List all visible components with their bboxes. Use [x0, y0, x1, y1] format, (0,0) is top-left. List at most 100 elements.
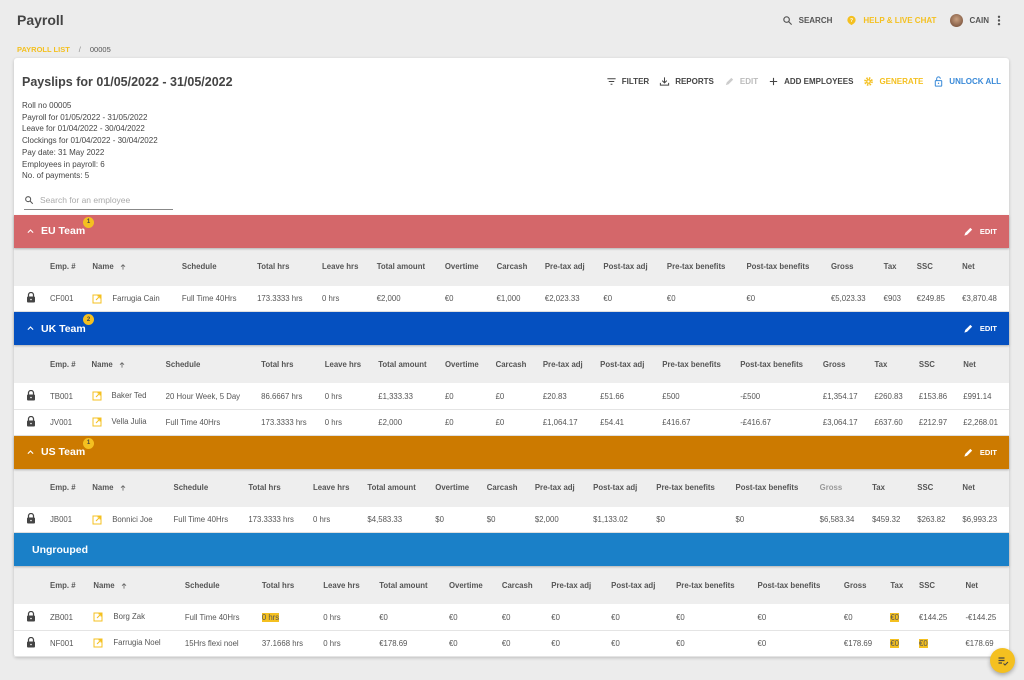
table-cell: ZB001 [44, 604, 88, 631]
cell-value: $0 [656, 515, 665, 525]
cell-value: €0 [757, 612, 767, 622]
unlock-all-button[interactable]: UNLOCK ALL [933, 76, 1001, 87]
column-header[interactable]: Name [85, 345, 160, 384]
search-input[interactable] [40, 195, 160, 206]
group-header[interactable]: US Team 1 EDIT [14, 435, 1009, 469]
column-header: Tax [866, 468, 912, 507]
group-header[interactable]: EU Team 1 EDIT [14, 214, 1009, 248]
lock-cell[interactable] [14, 383, 44, 410]
column-header-label: Tax [874, 359, 888, 369]
column-header: Schedule [178, 566, 256, 605]
help-chat-button[interactable]: ? HELP & LIVE CHAT [846, 15, 936, 26]
add-employees-button[interactable]: ADD EMPLOYEES [768, 76, 853, 87]
column-header-label: Gross [819, 483, 843, 493]
table-cell: 20 Hour Week, 5 Day [159, 383, 256, 410]
fab-button[interactable] [990, 648, 1015, 673]
sort-arrow-up-icon[interactable] [118, 361, 126, 369]
column-header: Total hrs [251, 247, 317, 286]
help-icon: ? [847, 15, 857, 25]
open-link-icon[interactable] [92, 294, 102, 304]
group-header[interactable]: Ungrouped [14, 533, 1009, 567]
open-link-icon[interactable] [93, 638, 103, 648]
open-link-icon[interactable] [92, 391, 102, 401]
table-cell: 86.6667 hrs [255, 383, 319, 410]
column-header-label: Pre-tax adj [534, 483, 575, 493]
open-link-icon[interactable] [92, 515, 102, 525]
column-header[interactable]: Name [86, 468, 168, 507]
open-link-icon[interactable] [92, 417, 102, 427]
cell-value: €0 [551, 612, 560, 622]
lock-cell[interactable] [14, 506, 44, 534]
generate-button[interactable]: GENERATE [863, 76, 923, 87]
user-menu[interactable]: CAIN [950, 13, 1007, 27]
table-cell: $4,583.33 [361, 506, 430, 534]
lock-cell[interactable] [14, 285, 44, 313]
column-header-label: Leave hrs [313, 483, 350, 493]
column-header: Leave hrs [316, 247, 371, 286]
column-header-label: Total amount [379, 580, 428, 590]
cell-value: Farrugia Cain [112, 293, 160, 303]
table-cell: 0 hrs [318, 383, 373, 410]
group-2: US Team 1 EDIT Emp. # Name Schedule Total hrs… [14, 435, 1009, 534]
column-header-label: Name [93, 580, 115, 590]
column-header: Overtime [442, 566, 496, 605]
pencil-icon [725, 77, 734, 86]
column-header[interactable]: Name [86, 247, 176, 286]
reports-button[interactable]: REPORTS [659, 76, 714, 87]
lock-icon[interactable] [26, 636, 36, 648]
group-header[interactable]: UK Team 2 EDIT [14, 312, 1009, 346]
cell-value: 0 hrs [324, 391, 343, 401]
table-cell: £2,000 [372, 409, 439, 436]
table-cell: 37.1668 hrs [255, 630, 318, 657]
group-name: Ungrouped [32, 543, 88, 556]
cell-value: Full Time 40Hrs [165, 417, 221, 427]
table-cell[interactable]: Farrugia Noel [87, 630, 179, 657]
table-cell[interactable]: Vella Julia [85, 409, 160, 436]
sort-arrow-up-icon[interactable] [119, 263, 127, 271]
group-edit-button[interactable]: EDIT [963, 447, 997, 458]
filter-button[interactable]: FILTER [606, 76, 649, 87]
cell-value: $459.32 [872, 515, 901, 525]
column-header: Overtime [438, 247, 491, 286]
chevron-up-icon[interactable] [26, 227, 35, 236]
list-check-icon [998, 656, 1008, 666]
pencil-icon [964, 227, 973, 236]
group-edit-button[interactable]: EDIT [963, 323, 997, 334]
more-vert-icon[interactable] [997, 15, 1001, 26]
column-header: Post-tax benefits [751, 566, 838, 605]
table-cell[interactable]: Bonnici Joe [86, 506, 168, 534]
cell-value: Borg Zak [113, 612, 146, 622]
table-cell: -€144.25 [959, 604, 1009, 631]
lock-cell[interactable] [14, 604, 44, 631]
table-cell[interactable]: Borg Zak [87, 604, 179, 631]
search-button[interactable]: SEARCH [782, 15, 832, 26]
chevron-up-icon[interactable] [26, 324, 35, 333]
open-link-icon[interactable] [93, 612, 103, 622]
column-header[interactable]: Name [87, 566, 179, 605]
col-lock [14, 345, 44, 384]
lock-icon[interactable] [26, 292, 36, 303]
table-cell[interactable]: Baker Ted [85, 383, 160, 410]
column-header: Post-tax adj [605, 566, 671, 605]
column-header: Total amount [370, 247, 439, 286]
lock-icon[interactable] [26, 389, 36, 401]
lock-icon[interactable] [26, 513, 36, 524]
table-header-row: Emp. # Name Schedule Total hrs Leave hrs Tot… [14, 345, 1009, 384]
table-cell: 173.3333 hrs [251, 285, 317, 313]
lock-cell[interactable] [14, 409, 44, 436]
cell-value: CF001 [50, 294, 74, 304]
sort-arrow-up-icon[interactable] [120, 582, 128, 590]
group-edit-button[interactable]: EDIT [963, 226, 997, 237]
chevron-up-icon[interactable] [26, 448, 35, 457]
breadcrumb-payroll-list[interactable]: PAYROLL LIST [17, 45, 70, 54]
lock-icon[interactable] [26, 415, 36, 427]
edit-button[interactable]: EDIT [724, 76, 758, 87]
add-employees-label: ADD EMPLOYEES [784, 77, 854, 86]
cell-value: 173.3333 hrs [257, 294, 303, 304]
lock-icon[interactable] [26, 610, 36, 622]
lock-cell[interactable] [14, 630, 44, 657]
table-row: NF001 Farrugia Noel 15Hrs flexi noel 37.166… [14, 630, 1009, 657]
table-cell: €0 [670, 604, 752, 631]
sort-arrow-up-icon[interactable] [119, 484, 127, 492]
table-cell[interactable]: Farrugia Cain [86, 285, 176, 313]
